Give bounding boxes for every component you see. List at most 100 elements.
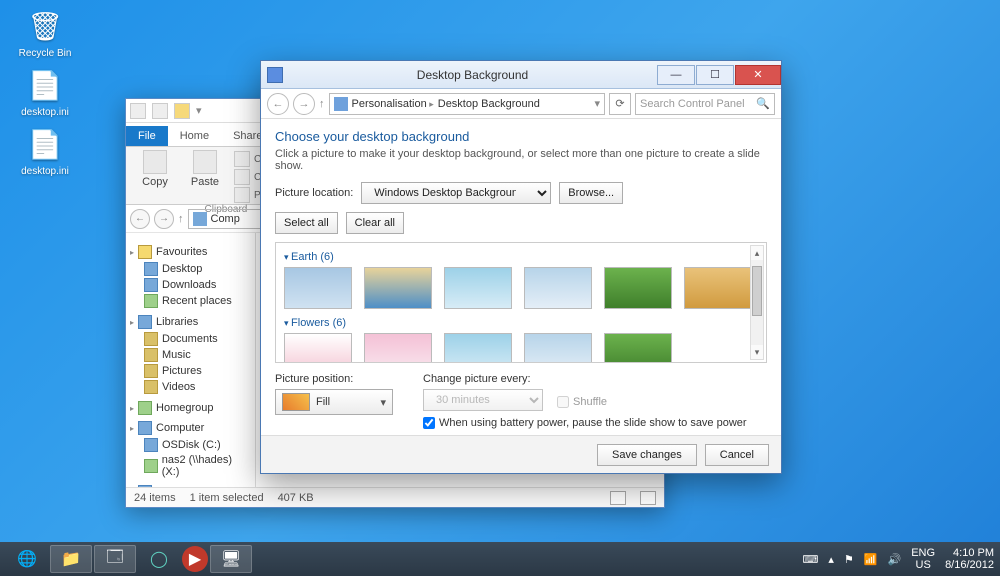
tree-item-nas2[interactable]: nas2 (\\hades) (X:) (130, 453, 251, 479)
wallpaper-thumb[interactable] (604, 267, 672, 309)
change-picture-label: Change picture every: (423, 373, 747, 385)
taskbar-app[interactable]: 🗔 (94, 545, 136, 573)
tab-home[interactable]: Home (168, 126, 221, 146)
view-tiles-icon[interactable] (640, 491, 656, 505)
app-icon (267, 67, 283, 83)
file-icon: 📄 (25, 124, 65, 164)
up-button[interactable]: ↑ (178, 213, 184, 225)
desktop-icon-recycle-bin[interactable]: 🗑Recycle Bin (10, 6, 80, 59)
wallpaper-thumb[interactable] (284, 267, 352, 309)
breadcrumb[interactable]: Personalisation Desktop Background ▾ (329, 93, 606, 115)
tree-libraries[interactable]: Libraries (130, 315, 251, 329)
tray-network-icon[interactable]: 📶 (864, 553, 878, 566)
taskbar: 🌐 📁 🗔 ◯ ▶ 🖥 ⌨ ▴ ⚑ 📶 🔊 ENGUS 4:10 PM8/16/… (0, 542, 1000, 576)
tab-file[interactable]: File (126, 126, 168, 146)
save-changes-button[interactable]: Save changes (597, 444, 697, 466)
tray-volume-icon[interactable]: 🔊 (888, 553, 902, 566)
category-flowers[interactable]: Flowers (6) (284, 317, 758, 329)
tray-clock[interactable]: 4:10 PM8/16/2012 (945, 547, 994, 571)
taskbar-app[interactable]: ▶ (182, 546, 208, 572)
picture-location-select[interactable]: Windows Desktop Backgrounds (361, 182, 551, 204)
back-button[interactable]: ← (267, 93, 289, 115)
up-button[interactable]: ↑ (319, 98, 325, 110)
paste-button[interactable]: Paste (184, 150, 226, 204)
close-button[interactable]: ✕ (735, 65, 781, 85)
trash-icon: 🗑 (25, 6, 65, 46)
tree-item-recent[interactable]: Recent places (130, 293, 251, 309)
tree-favourites[interactable]: Favourites (130, 245, 251, 259)
gallery-scrollbar[interactable]: ▴ ▾ (750, 245, 764, 360)
tray-keyboard-icon[interactable]: ⌨ (803, 553, 819, 566)
scroll-up-icon[interactable]: ▴ (751, 246, 763, 260)
status-size: 407 KB (278, 492, 314, 504)
picture-position-select[interactable]: Fill (275, 389, 393, 415)
wallpaper-thumb[interactable] (284, 333, 352, 363)
tray-flag-icon[interactable]: ⚑ (844, 553, 854, 566)
file-icon: 📄 (25, 65, 65, 105)
taskbar-explorer[interactable]: 📁 (50, 545, 92, 573)
wallpaper-gallery: Earth (6) Flowers (6) ▴ ▾ (275, 242, 767, 363)
wallpaper-thumb[interactable] (444, 333, 512, 363)
forward-button[interactable]: → (293, 93, 315, 115)
page-heading: Choose your desktop background (275, 129, 767, 144)
tree-item-osdisk[interactable]: OSDisk (C:) (130, 437, 251, 453)
back-button[interactable]: ← (130, 209, 150, 229)
refresh-button[interactable]: ⟳ (609, 93, 631, 115)
desktop-icon-desktopini-1[interactable]: 📄desktop.ini (10, 65, 80, 118)
tree-item-pictures[interactable]: Pictures (130, 363, 251, 379)
qa-more-icon[interactable]: ▾ (196, 104, 202, 117)
status-selected: 1 item selected (190, 492, 264, 504)
change-interval-select: 30 minutes (423, 389, 543, 411)
maximize-button[interactable]: ☐ (696, 65, 734, 85)
wallpaper-thumb[interactable] (444, 267, 512, 309)
desktop-icon-desktopini-2[interactable]: 📄desktop.ini (10, 124, 80, 177)
scroll-down-icon[interactable]: ▾ (751, 345, 763, 359)
tree-computer[interactable]: Computer (130, 421, 251, 435)
tree-item-videos[interactable]: Videos (130, 379, 251, 395)
battery-checkbox[interactable]: When using battery power, pause the slid… (423, 417, 747, 429)
select-all-button[interactable]: Select all (275, 212, 338, 234)
cp-toolbar: ← → ↑ Personalisation Desktop Background… (261, 89, 781, 119)
wallpaper-thumb[interactable] (364, 333, 432, 363)
tray-chevron-up-icon[interactable]: ▴ (828, 553, 834, 566)
clear-all-button[interactable]: Clear all (346, 212, 404, 234)
copy-button[interactable]: Copy (134, 150, 176, 204)
wallpaper-thumb[interactable] (524, 333, 592, 363)
page-subtext: Click a picture to make it your desktop … (275, 148, 767, 172)
taskbar-app[interactable]: ◯ (138, 545, 180, 573)
view-details-icon[interactable] (610, 491, 626, 505)
picture-location-label: Picture location: (275, 187, 353, 199)
tree-homegroup[interactable]: Homegroup (130, 401, 251, 415)
search-input[interactable]: Search Control Panel🔍 (635, 93, 775, 115)
minimize-button[interactable]: — (657, 65, 695, 85)
scroll-thumb[interactable] (752, 266, 762, 316)
shuffle-checkbox: Shuffle (557, 396, 607, 408)
taskbar-controlpanel[interactable]: 🖥 (210, 545, 252, 573)
status-bar: 24 items 1 item selected 407 KB (126, 487, 664, 507)
wallpaper-thumb[interactable] (524, 267, 592, 309)
picture-position-label: Picture position: (275, 373, 393, 385)
qa-icon[interactable] (130, 103, 146, 119)
titlebar: Desktop Background — ☐ ✕ (261, 61, 781, 89)
forward-button[interactable]: → (154, 209, 174, 229)
browse-button[interactable]: Browse... (559, 182, 623, 204)
taskbar-ie[interactable]: 🌐 (6, 545, 48, 573)
tree-item-documents[interactable]: Documents (130, 331, 251, 347)
category-earth[interactable]: Earth (6) (284, 251, 758, 263)
wallpaper-thumb[interactable] (604, 333, 672, 363)
wallpaper-thumb[interactable] (364, 267, 432, 309)
dialog-footer: Save changes Cancel (261, 435, 781, 473)
qa-icon[interactable] (174, 103, 190, 119)
tree-item-downloads[interactable]: Downloads (130, 277, 251, 293)
crumb-desktop-background[interactable]: Desktop Background (438, 98, 540, 110)
tree-item-desktop[interactable]: Desktop (130, 261, 251, 277)
desktop-background-window: Desktop Background — ☐ ✕ ← → ↑ Personali… (260, 60, 782, 474)
nav-tree: Favourites Desktop Downloads Recent plac… (126, 233, 256, 487)
qa-icon[interactable] (152, 103, 168, 119)
tree-item-music[interactable]: Music (130, 347, 251, 363)
window-title: Desktop Background (289, 68, 656, 82)
crumb-personalisation[interactable]: Personalisation (352, 98, 434, 110)
wallpaper-thumb[interactable] (684, 267, 752, 309)
tray-language[interactable]: ENGUS (911, 547, 935, 571)
cancel-button[interactable]: Cancel (705, 444, 769, 466)
